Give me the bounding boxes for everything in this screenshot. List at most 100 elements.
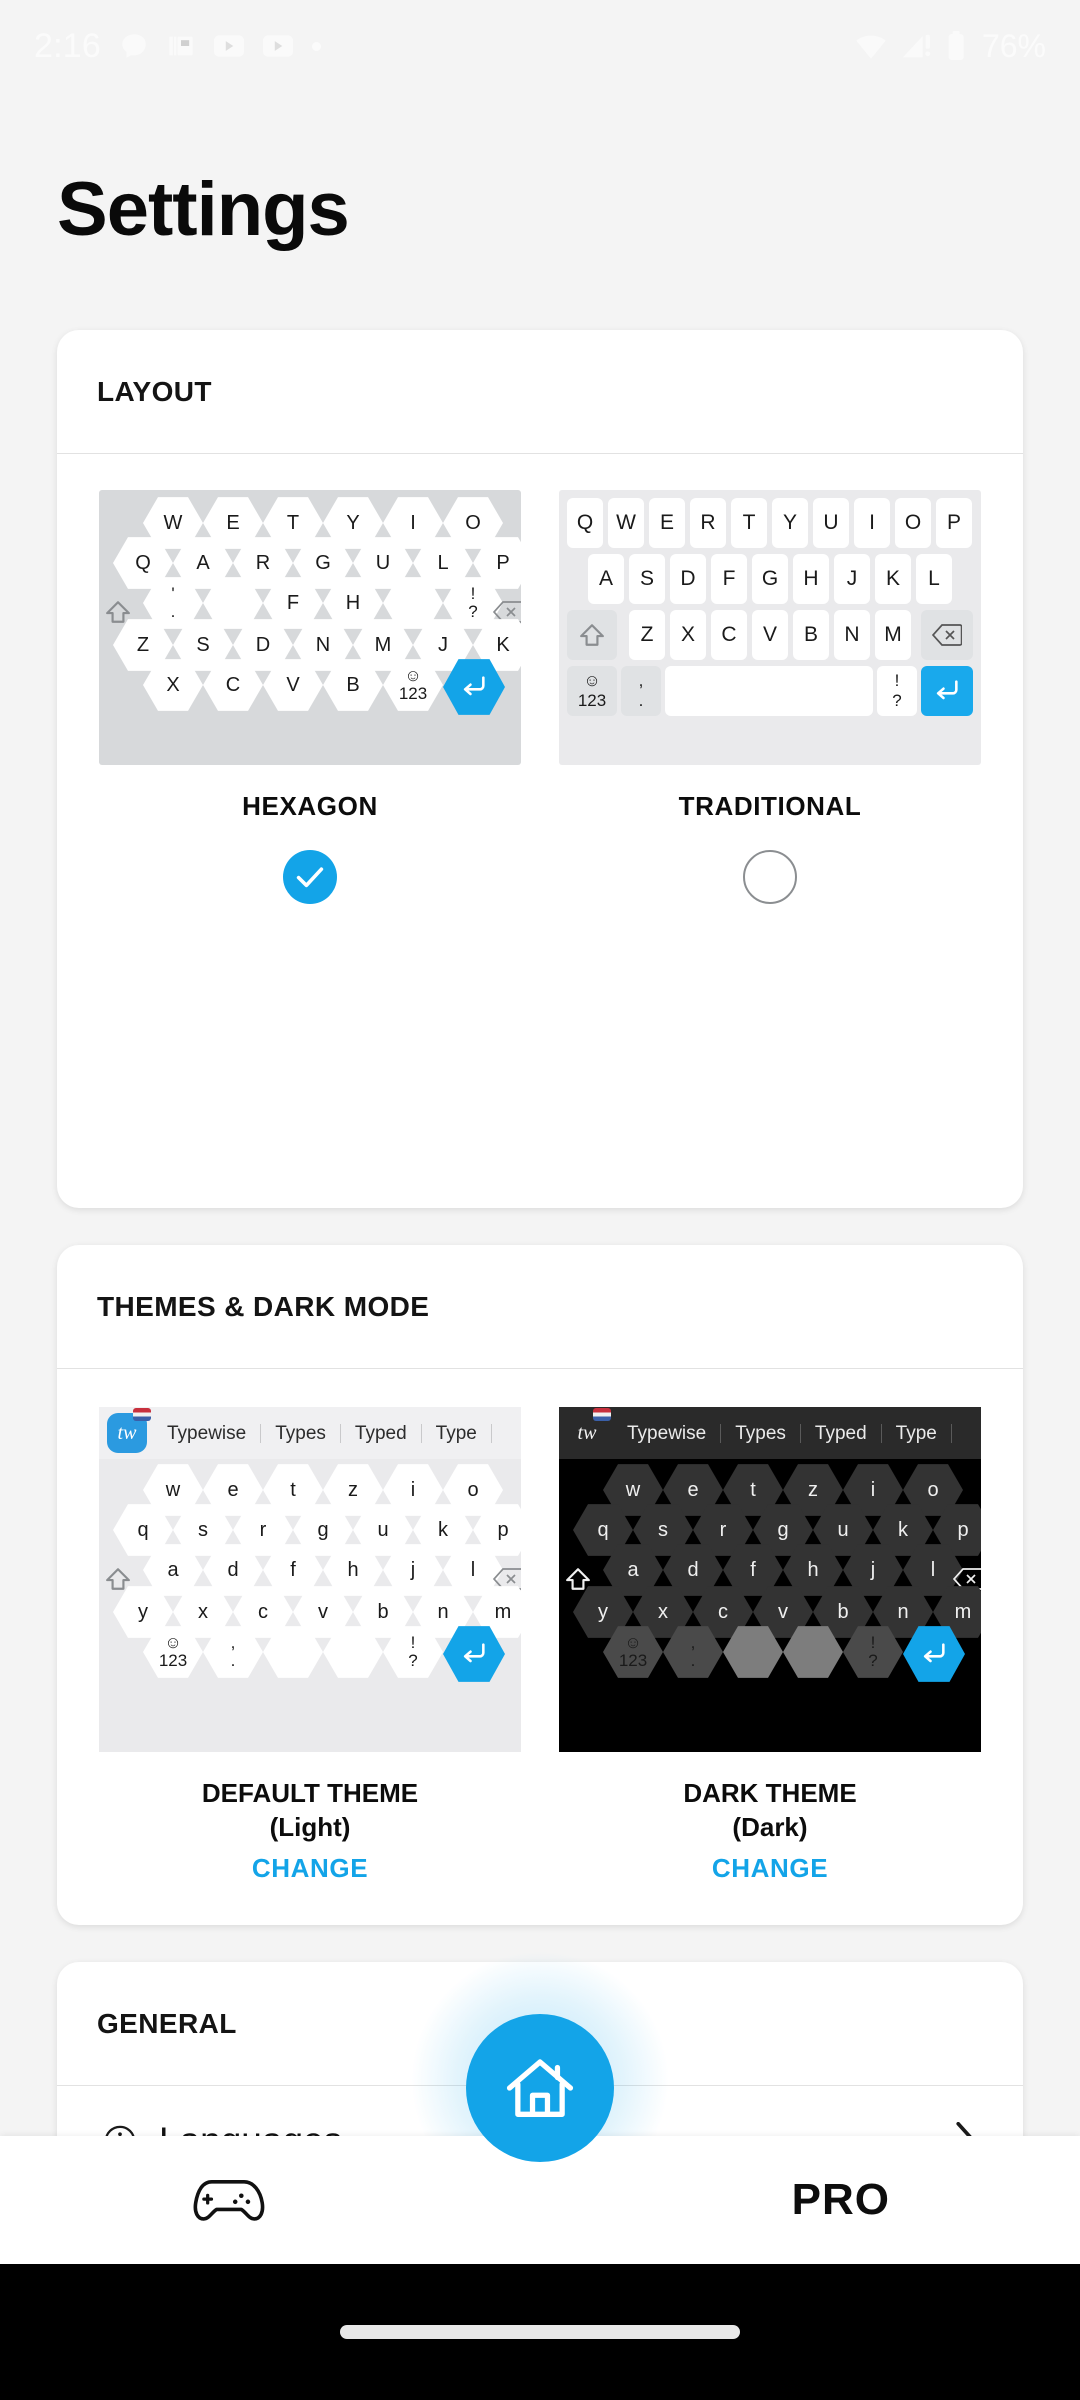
suggestion-bar-dark: tw Typewise Types Typed Type xyxy=(559,1407,981,1459)
suggestion-3: Typed xyxy=(341,1423,422,1443)
key-K: K xyxy=(875,554,911,604)
dark-theme-keyboard: w e t z i o q s r g u k p a d f h j l y … xyxy=(559,1459,981,1752)
key-B: B xyxy=(793,610,829,660)
suggestion-2: Types xyxy=(261,1423,341,1443)
backspace-icon xyxy=(932,624,962,646)
status-bar-left: 2:16 xyxy=(34,27,321,66)
gamepad-icon xyxy=(193,2179,265,2221)
layout-card-header: LAYOUT xyxy=(57,330,1023,454)
suggestion-3: Typed xyxy=(801,1423,882,1443)
key-E: E xyxy=(649,498,685,548)
theme-option-light[interactable]: tw Typewise Types Typed Type w e t z i o… xyxy=(99,1407,521,1884)
dt-key-comma: , xyxy=(690,1633,696,1653)
light-theme-keyboard: w e t z i o q s r g u k p a d f h j l y … xyxy=(99,1459,521,1752)
theme-name-light: DEFAULT THEME xyxy=(201,1778,419,1808)
key-exclaim-question: !? xyxy=(877,666,917,716)
status-bar: 2:16 76% xyxy=(0,0,1080,92)
key-S: S xyxy=(629,554,665,604)
news-icon xyxy=(167,32,195,60)
battery-icon xyxy=(945,31,967,61)
dt-key-exclaim: ! xyxy=(870,1633,876,1653)
numeric-label: 123 xyxy=(398,684,428,703)
key-space xyxy=(665,666,873,716)
status-bar-right: 76% xyxy=(853,28,1046,65)
dot-icon xyxy=(311,41,321,51)
key-A: A xyxy=(588,554,624,604)
layout-label-traditional: TRADITIONAL xyxy=(678,791,862,821)
key-J: J xyxy=(834,554,870,604)
suggestion-4: Type xyxy=(422,1423,492,1443)
youtube-icon xyxy=(262,32,293,60)
typewise-logo-icon: tw xyxy=(107,1408,151,1453)
dark-theme-preview: tw Typewise Types Typed Type w e t z i o… xyxy=(559,1407,981,1752)
key-exclaim: ! xyxy=(894,671,900,691)
key-X: X xyxy=(670,610,706,660)
key-P: P xyxy=(936,498,972,548)
layout-option-traditional[interactable]: Q W E R T Y U I O P A S D F G H J K L Z … xyxy=(559,490,981,904)
theme-mode-dark: (Dark) xyxy=(732,1812,808,1843)
theme-name-dark: DARK THEME xyxy=(683,1778,857,1808)
chat-bubble-icon xyxy=(120,32,148,60)
themes-header-title: THEMES & DARK MODE xyxy=(97,1290,430,1322)
return-icon xyxy=(463,1643,485,1663)
themes-card: THEMES & DARK MODE tw Typewise Types Typ… xyxy=(57,1245,1023,1925)
home-fab-button[interactable] xyxy=(466,2014,614,2162)
nav-pro-button[interactable]: PRO xyxy=(792,2175,890,2225)
theme-label-light: DEFAULT THEME (Light) xyxy=(202,1776,418,1845)
numeric-label: 123 xyxy=(158,1651,188,1670)
suggestion-bar-light: tw Typewise Types Typed Type xyxy=(99,1407,521,1459)
dt-key-period: . xyxy=(690,1651,696,1670)
traditional-keyboard-preview: Q W E R T Y U I O P A S D F G H J K L Z … xyxy=(559,490,981,765)
home-icon xyxy=(506,2059,574,2117)
layout-card: LAYOUT W E T Y I O Q A R G U L P ' . F H… xyxy=(57,330,1023,1208)
layout-options: W E T Y I O Q A R G U L P '. F H ! ? Z S… xyxy=(57,454,1023,904)
key-U: U xyxy=(813,498,849,548)
gesture-pill[interactable] xyxy=(340,2325,740,2339)
return-icon xyxy=(923,1643,945,1663)
theme-option-dark[interactable]: tw Typewise Types Typed Type w e t z i o… xyxy=(559,1407,981,1884)
shift-icon xyxy=(580,624,604,646)
layout-radio-traditional[interactable] xyxy=(743,850,797,904)
layout-radio-hexagon[interactable] xyxy=(283,850,337,904)
layout-option-hexagon[interactable]: W E T Y I O Q A R G U L P '. F H ! ? Z S… xyxy=(99,490,521,904)
key-Y: Y xyxy=(772,498,808,548)
system-navigation-bar xyxy=(0,2264,1080,2400)
key-D: D xyxy=(670,554,706,604)
key-return xyxy=(921,666,973,716)
key-W: W xyxy=(608,498,644,548)
theme-mode-light: (Light) xyxy=(269,1812,351,1843)
check-icon xyxy=(296,867,324,888)
flag-icon xyxy=(133,1408,151,1421)
typewise-logo-icon: tw xyxy=(567,1408,611,1453)
emoji-icon: ☺ xyxy=(624,1633,642,1653)
key-T: T xyxy=(731,498,767,548)
emoji-icon: ☺ xyxy=(164,1633,182,1653)
general-header-title: GENERAL xyxy=(97,2007,237,2039)
theme-options: tw Typewise Types Typed Type w e t z i o… xyxy=(57,1369,1023,1884)
suggestion-1: Typewise xyxy=(153,1423,262,1443)
lt-key-question: ? xyxy=(408,1651,418,1670)
numeric-label: 123 xyxy=(577,691,607,710)
layout-label-hexagon: HEXAGON xyxy=(242,791,378,821)
layout-header-title: LAYOUT xyxy=(97,375,212,407)
theme-change-dark-button[interactable]: CHANGE xyxy=(712,1853,828,1884)
key-F: F xyxy=(711,554,747,604)
cell-signal-warning-icon xyxy=(900,32,934,60)
lt-key-period: . xyxy=(230,1651,236,1670)
page-title: Settings xyxy=(57,167,350,252)
key-M: M xyxy=(875,610,911,660)
lt-key-exclaim: ! xyxy=(410,1633,416,1653)
lt-key-comma: , xyxy=(230,1633,236,1653)
numeric-label: 123 xyxy=(618,1651,648,1670)
key-O: O xyxy=(895,498,931,548)
hex-key-apostrophe: ' xyxy=(171,584,175,604)
theme-change-light-button[interactable]: CHANGE xyxy=(252,1853,368,1884)
key-emoji-123: ☺ 123 xyxy=(567,666,617,716)
hex-key-exclaim: ! xyxy=(470,584,476,604)
nav-gamepad-button[interactable] xyxy=(190,2172,266,2229)
key-shift xyxy=(567,610,617,660)
theme-label-dark: DARK THEME (Dark) xyxy=(683,1776,856,1845)
youtube-icon xyxy=(213,32,244,60)
key-R: R xyxy=(690,498,726,548)
hex-key-question: ? xyxy=(468,602,478,621)
